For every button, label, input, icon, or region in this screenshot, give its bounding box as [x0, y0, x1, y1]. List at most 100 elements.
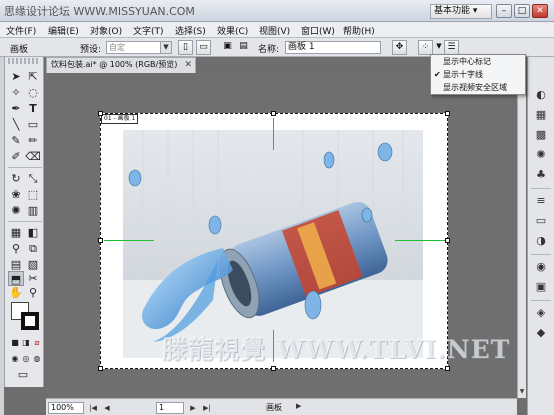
menu-edit[interactable]: 编辑(E) — [48, 24, 79, 37]
panel-dock: ◐ ▦ ▩ ✺ ♣ ≡ ▭ ◑ ◉ ▣ ◈ ◆ — [527, 57, 554, 415]
none-mode-icon[interactable]: ⧄ — [29, 335, 45, 350]
panel-grip[interactable] — [8, 58, 40, 64]
rotate-tool-icon[interactable]: ↻ — [8, 171, 24, 186]
zoom-select[interactable]: 100% — [48, 402, 84, 414]
line-tool-icon[interactable]: ╲ — [8, 117, 24, 132]
workspace-switcher[interactable]: 基本功能 ▾ — [430, 4, 492, 19]
close-icon[interactable]: ✕ — [184, 58, 192, 72]
layers-panel-icon[interactable]: ◈ — [533, 305, 549, 321]
artboard-options-icon[interactable]: ▤ — [236, 40, 251, 55]
blob-brush-tool-icon[interactable]: ✐ — [8, 149, 24, 164]
chevron-down-icon[interactable]: ▼ — [434, 40, 444, 55]
mesh-tool-icon[interactable]: ▦ — [8, 225, 24, 240]
artboard-handle-br[interactable] — [445, 366, 450, 371]
artboard-handle-mr[interactable] — [445, 238, 450, 243]
close-button[interactable]: ✕ — [532, 4, 548, 18]
status-play-icon[interactable]: ▶ — [296, 402, 301, 410]
swatches-panel-icon[interactable]: ▩ — [533, 127, 549, 143]
direct-selection-tool-icon[interactable]: ⇱ — [25, 69, 41, 84]
gradient-panel-icon[interactable]: ▭ — [533, 213, 549, 229]
hand-tool-icon[interactable]: ✋ — [8, 285, 24, 300]
restore-button[interactable]: □ — [514, 4, 530, 18]
document-tab-title: 饮料包装.ai* @ 100% (RGB/预览) — [51, 60, 178, 69]
magic-wand-tool-icon[interactable]: ✧ — [8, 85, 24, 100]
name-label: 名称: — [258, 45, 280, 55]
eyedropper-tool-icon[interactable]: ⚲ — [8, 241, 24, 256]
lasso-tool-icon[interactable]: ◌ — [25, 85, 41, 100]
menu-file[interactable]: 文件(F) — [6, 24, 36, 37]
symbol-sprayer-tool-icon[interactable]: ✺ — [8, 203, 24, 218]
landscape-icon[interactable]: ▭ — [196, 40, 211, 55]
appearance-panel-icon[interactable]: ◉ — [533, 259, 549, 275]
graphic-styles-panel-icon[interactable]: ▣ — [533, 279, 549, 295]
zoom-tool-icon[interactable]: ⚲ — [25, 285, 41, 300]
next-artboard-button[interactable]: ▶ — [188, 402, 198, 414]
eraser-tool-icon[interactable]: ⌫ — [25, 149, 41, 164]
preset-select[interactable]: 自定 ▼ — [106, 41, 172, 54]
free-transform-tool-icon[interactable]: ⬚ — [25, 187, 41, 202]
artboard-tool-icon[interactable]: ⬒ — [8, 271, 24, 286]
move-tool-icon[interactable]: ✥ — [392, 40, 407, 55]
menu-type[interactable]: 文字(T) — [133, 24, 164, 37]
artboard-handle-bc[interactable] — [271, 366, 276, 371]
artboard-name-input[interactable]: 画板 1 — [285, 41, 381, 54]
pencil-tool-icon[interactable]: ✏ — [25, 133, 41, 148]
menu-item-show-video-safe-areas[interactable]: 显示视频安全区域 — [431, 82, 525, 94]
previous-artboard-button[interactable]: ◀ — [102, 402, 112, 414]
menu-effect[interactable]: 效果(C) — [217, 24, 248, 37]
status-label: 画板 — [266, 403, 282, 412]
color-panel-icon[interactable]: ◐ — [533, 87, 549, 103]
reference-point-icon[interactable]: ⁘ — [418, 40, 433, 55]
menu-window[interactable]: 窗口(W) — [301, 24, 335, 37]
artboard-handle-bl[interactable] — [98, 366, 103, 371]
column-graph-tool-icon[interactable]: ▥ — [25, 203, 41, 218]
artboard-control-label: 画板 — [10, 45, 29, 55]
menu-item-label: 显示中心标记 — [443, 57, 491, 66]
menu-item-label: 显示视频安全区域 — [443, 83, 507, 92]
vertical-scrollbar[interactable]: ▲ ▼ — [517, 73, 526, 398]
artboards-panel-icon[interactable]: ◆ — [533, 325, 549, 341]
menu-item-show-center-mark[interactable]: 显示中心标记 — [431, 56, 525, 68]
live-paint-tool-icon[interactable]: ▤ — [8, 257, 24, 272]
slice-tool-icon[interactable]: ✂ — [25, 271, 41, 286]
artboard-handle-tl[interactable] — [98, 111, 103, 116]
transparency-panel-icon[interactable]: ◑ — [533, 233, 549, 249]
last-artboard-button[interactable]: ▶| — [202, 402, 212, 414]
panel-menu-icon[interactable]: ☰ — [444, 40, 459, 55]
first-artboard-button[interactable]: |◀ — [88, 402, 98, 414]
move-artwork-icon[interactable]: ▣ — [220, 40, 235, 55]
artboard-handle-ml[interactable] — [98, 238, 103, 243]
blend-tool-icon[interactable]: ⧉ — [25, 241, 41, 256]
brushes-panel-icon[interactable]: ✺ — [533, 147, 549, 163]
selection-tool-icon[interactable]: ➤ — [8, 69, 24, 84]
rectangle-tool-icon[interactable]: ▭ — [25, 117, 41, 132]
stroke-panel-icon[interactable]: ≡ — [533, 193, 549, 209]
warp-tool-icon[interactable]: ❀ — [8, 187, 24, 202]
tools-divider — [8, 167, 42, 168]
artboard-handle-tr[interactable] — [445, 111, 450, 116]
menu-view[interactable]: 视图(V) — [259, 24, 290, 37]
minimize-button[interactable]: – — [496, 4, 512, 18]
document-tab[interactable]: 饮料包装.ai* @ 100% (RGB/预览) ✕ — [46, 57, 196, 73]
artboard-handle-tc[interactable] — [271, 111, 276, 116]
symbols-panel-icon[interactable]: ♣ — [533, 167, 549, 183]
color-guide-icon[interactable]: ▦ — [533, 107, 549, 123]
artboard-number-select[interactable]: 1 — [156, 402, 184, 414]
draw-inside-icon[interactable]: ◍ — [29, 351, 45, 366]
paintbrush-tool-icon[interactable]: ✎ — [8, 133, 24, 148]
pen-tool-icon[interactable]: ✒ — [8, 101, 24, 116]
menu-item-show-cross-hairs[interactable]: ✔ 显示十字线 — [431, 69, 525, 81]
stroke-swatch[interactable] — [21, 312, 39, 330]
type-tool-icon[interactable]: T — [25, 101, 41, 116]
scroll-down-icon[interactable]: ▼ — [518, 388, 526, 398]
menu-help[interactable]: 帮助(H) — [343, 24, 375, 37]
portrait-icon[interactable]: ▯ — [178, 40, 193, 55]
menu-object[interactable]: 对象(O) — [90, 24, 122, 37]
preset-value: 自定 — [109, 43, 125, 52]
gradient-tool-icon[interactable]: ◧ — [25, 225, 41, 240]
scale-tool-icon[interactable]: ⤡ — [25, 171, 41, 186]
screen-mode-icon[interactable]: ▭ — [15, 367, 31, 382]
live-paint-selection-tool-icon[interactable]: ▧ — [25, 257, 41, 272]
menu-select[interactable]: 选择(S) — [175, 24, 206, 37]
title-watermark: 思缘设计论坛 WWW.MISSYUAN.COM — [4, 5, 195, 18]
